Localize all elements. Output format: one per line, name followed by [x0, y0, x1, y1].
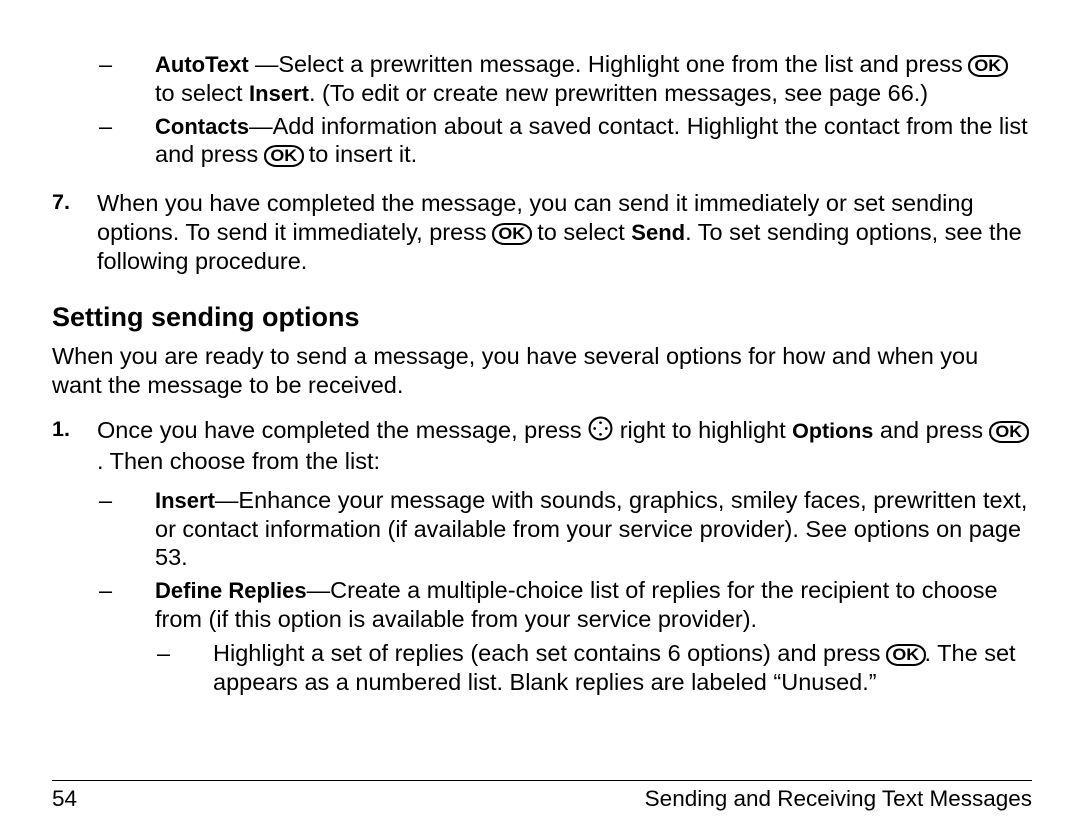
- autotext-text-2: to select: [155, 80, 249, 106]
- dash-marker: –: [155, 639, 213, 696]
- list-item-insert: – Insert—Enhance your message with sound…: [97, 486, 1032, 572]
- section-heading: Setting sending options: [52, 301, 1032, 334]
- ok-icon: OK: [886, 644, 925, 666]
- insert-keyword: Insert: [249, 81, 309, 106]
- send-keyword: Send: [631, 220, 685, 245]
- step7-text-2: to select: [531, 219, 632, 245]
- step1-text-3: and press: [873, 417, 989, 443]
- step-number: 1.: [52, 416, 97, 701]
- define-label: Define Replies: [155, 578, 307, 603]
- list-item-autotext: – AutoText —Select a prewritten message.…: [97, 50, 1032, 108]
- insert-body: Insert—Enhance your message with sounds,…: [155, 486, 1032, 572]
- sub-body: Highlight a set of replies (each set con…: [213, 639, 1032, 696]
- define-body: Define Replies—Create a multiple-choice …: [155, 576, 1032, 697]
- ok-icon: OK: [968, 55, 1007, 77]
- step-number: 7.: [52, 189, 97, 275]
- section-intro: When you are ready to send a message, yo…: [52, 342, 1032, 399]
- footer-section-title: Sending and Receiving Text Messages: [645, 785, 1032, 812]
- page-footer: 54 Sending and Receiving Text Messages: [52, 780, 1032, 812]
- step-7: 7. When you have completed the message, …: [52, 189, 1032, 275]
- ok-icon: OK: [264, 145, 303, 167]
- dash-marker: –: [97, 576, 155, 697]
- contacts-text-2: to insert it.: [302, 141, 417, 167]
- page-number: 54: [52, 785, 77, 812]
- autotext-body: AutoText —Select a prewritten message. H…: [155, 50, 1032, 108]
- contacts-label: Contacts: [155, 114, 249, 139]
- step1-text-2: right to highlight: [613, 417, 792, 443]
- list-item-contacts: – Contacts—Add information about a saved…: [97, 112, 1032, 169]
- step-1: 1. Once you have completed the message, …: [52, 416, 1032, 701]
- list-item-sub-highlight: – Highlight a set of replies (each set c…: [155, 639, 1032, 696]
- step1-text-4: . Then choose from the list:: [97, 448, 380, 474]
- autotext-tail: . (To edit or create new prewritten mess…: [309, 80, 928, 106]
- nav-icon: [588, 416, 613, 448]
- step-1-body: Once you have completed the message, pre…: [97, 416, 1032, 701]
- step-7-body: When you have completed the message, you…: [97, 189, 1032, 275]
- list-item-define-replies: – Define Replies—Create a multiple-choic…: [97, 576, 1032, 697]
- insert-text: —Enhance your message with sounds, graph…: [155, 487, 1027, 570]
- dash-marker: –: [97, 50, 155, 108]
- contacts-body: Contacts—Add information about a saved c…: [155, 112, 1032, 169]
- insert-label: Insert: [155, 488, 215, 513]
- dash-marker: –: [97, 486, 155, 572]
- autotext-text-1: —Select a prewritten message. Highlight …: [255, 51, 969, 77]
- step1-text-1: Once you have completed the message, pre…: [97, 417, 588, 443]
- ok-icon: OK: [492, 223, 531, 245]
- options-keyword: Options: [792, 419, 873, 443]
- sub-text-1: Highlight a set of replies (each set con…: [213, 640, 887, 666]
- dash-marker: –: [97, 112, 155, 169]
- autotext-label: AutoText: [155, 52, 255, 77]
- ok-icon: OK: [989, 421, 1028, 443]
